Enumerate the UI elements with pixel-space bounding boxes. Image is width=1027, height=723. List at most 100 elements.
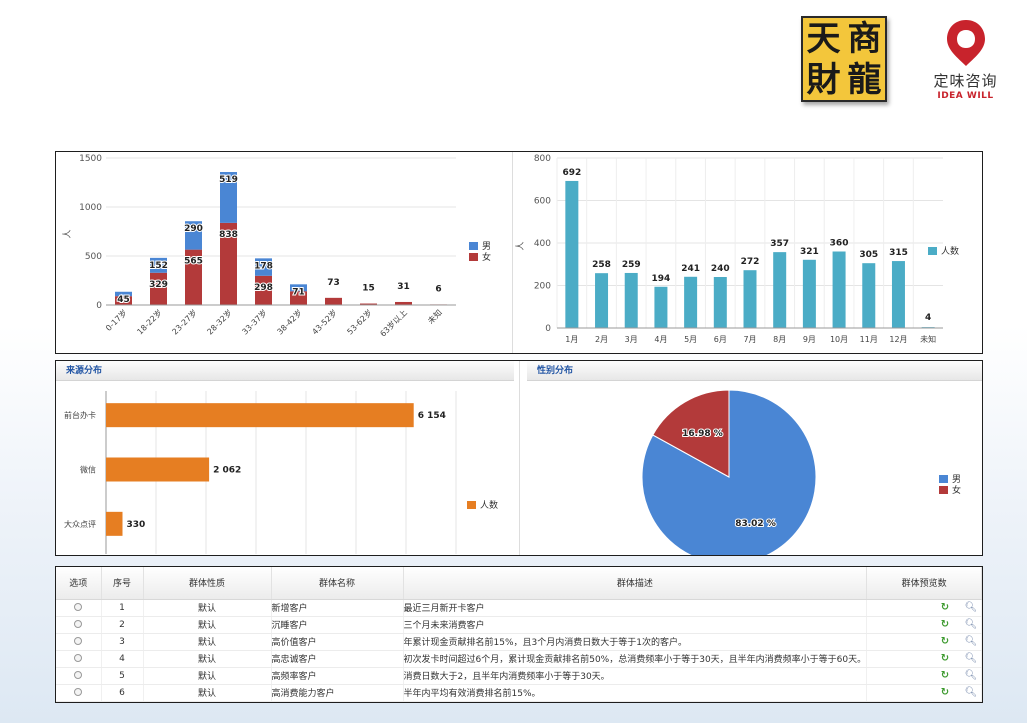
- data-label: 290: [184, 224, 203, 234]
- table-row[interactable]: 5 默认 高频率客户 消费日数大于2，且半年内消费频率小于等于30天。 ↻ 🔍︎: [56, 667, 982, 685]
- dingwei-en: IDEA WILL: [937, 91, 994, 101]
- row-radio[interactable]: [74, 654, 83, 662]
- row-select-cell[interactable]: [56, 650, 102, 668]
- data-label: 357: [770, 239, 789, 249]
- row-radio[interactable]: [74, 671, 83, 679]
- col-header-number: 序号: [101, 567, 144, 600]
- x-tick-label: 63岁以上: [378, 307, 409, 338]
- row-radio[interactable]: [74, 688, 83, 696]
- bar: [713, 277, 727, 328]
- table-row[interactable]: 2 默认 沉睡客户 三个月未来消费客户 ↻ 🔍︎: [56, 616, 982, 634]
- row-number: 5: [101, 667, 144, 685]
- row-name: 高忠诚客户: [271, 650, 404, 668]
- row-type: 默认: [143, 684, 272, 702]
- refresh-icon[interactable]: ↻: [938, 653, 952, 664]
- bar: [832, 251, 846, 328]
- data-label: 73: [327, 278, 340, 288]
- col-header-option: 选项: [56, 567, 102, 600]
- legend-label: 人数: [480, 499, 498, 511]
- x-tick-label: 2月: [595, 335, 608, 344]
- legend-swatch: [939, 475, 948, 483]
- table-row[interactable]: 6 默认 高消费能力客户 半年内平均有效消费排名前15%。 ↻ 🔍︎: [56, 684, 982, 702]
- refresh-icon[interactable]: ↻: [938, 687, 952, 698]
- magnifier-icon[interactable]: 🔍︎: [964, 619, 978, 630]
- data-label: 565: [184, 257, 203, 267]
- magnifier-icon[interactable]: 🔍︎: [964, 636, 978, 647]
- data-label: 258: [592, 260, 611, 270]
- y-tick-label: 600: [534, 197, 551, 207]
- magnifier-icon[interactable]: 🔍︎: [964, 653, 978, 664]
- refresh-icon[interactable]: ↻: [938, 619, 952, 630]
- x-tick-label: 12月: [889, 335, 907, 344]
- refresh-icon[interactable]: ↻: [938, 636, 952, 647]
- x-tick-label: 8月: [773, 335, 786, 344]
- row-radio[interactable]: [74, 637, 83, 645]
- col-header-preview: 群体预览数: [866, 567, 982, 600]
- legend-swatch: [939, 486, 948, 494]
- bar: [565, 180, 579, 328]
- slice-label: 16.98 %: [682, 429, 723, 439]
- legend-swatch: [469, 242, 478, 250]
- row-select-cell[interactable]: [56, 599, 102, 617]
- magnifier-icon[interactable]: 🔍︎: [964, 670, 978, 681]
- y-tick-label: 500: [85, 252, 102, 262]
- row-number: 2: [101, 616, 144, 634]
- bar-segment-female: [325, 297, 342, 305]
- row-select-cell[interactable]: [56, 616, 102, 634]
- x-tick-label: 53-62岁: [345, 307, 374, 336]
- row-select-cell[interactable]: [56, 633, 102, 651]
- refresh-icon[interactable]: ↻: [938, 602, 952, 613]
- data-label: 45: [117, 295, 130, 305]
- data-label: 31: [397, 282, 410, 292]
- row-actions: ↻ 🔍︎: [866, 599, 982, 617]
- month-bar-chart: 0 200 400 600 800 人 692 1月 258 2月 259 3月 194 4月 241 5月 2…: [515, 154, 959, 344]
- row-radio[interactable]: [74, 603, 83, 611]
- refresh-icon[interactable]: ↻: [938, 670, 952, 681]
- data-label: 71: [292, 287, 305, 297]
- x-tick-label: 38-42岁: [275, 307, 304, 336]
- row-number: 4: [101, 650, 144, 668]
- data-label: 838: [219, 230, 238, 240]
- data-label: 272: [741, 257, 760, 267]
- source-bar-chart: 0k1k2k3k4k5k6k7k6 154前台办卡2 062微信330大众点评人…: [64, 391, 498, 554]
- table-row[interactable]: 4 默认 高忠诚客户 初次发卡时间超过6个月，累计现金贡献排名前50%，总消费频率小于…: [56, 650, 982, 668]
- bar: [743, 270, 757, 328]
- legend-label: 男: [482, 241, 491, 252]
- y-tick-label: 800: [534, 154, 551, 164]
- row-type: 默认: [143, 599, 272, 617]
- table-row[interactable]: 1 默认 新增客户 最近三月新开卡客户 ↻ 🔍︎: [56, 599, 982, 617]
- magnifier-icon[interactable]: 🔍︎: [964, 602, 978, 613]
- row-desc: 初次发卡时间超过6个月，累计现金贡献排名前50%，总消费频率小于等于30天，且半…: [403, 650, 868, 668]
- row-desc: 半年内平均有效消费排名前15%。: [403, 684, 868, 702]
- x-tick-label: 5月: [684, 335, 697, 344]
- row-name: 高价值客户: [271, 633, 404, 651]
- x-tick-label: 4月: [654, 335, 667, 344]
- y-tick-label: 大众点评: [64, 519, 96, 529]
- y-axis-label: 人: [515, 241, 526, 250]
- bar: [773, 252, 787, 328]
- magnifier-icon[interactable]: 🔍︎: [964, 687, 978, 698]
- bar: [802, 259, 816, 328]
- location-pin-icon: [946, 20, 985, 66]
- y-tick-label: 400: [534, 239, 551, 249]
- y-tick-label: 1000: [79, 203, 102, 213]
- top-charts-panel: 0 500 1000 1500 人 45 0-17岁 152 329 18-22岁 290 565 23…: [55, 151, 983, 354]
- row-select-cell[interactable]: [56, 684, 102, 702]
- data-label: 178: [254, 261, 273, 271]
- x-tick-label: 23-27岁: [170, 307, 199, 336]
- row-desc: 三个月未来消费客户: [403, 616, 868, 634]
- row-actions: ↻ 🔍︎: [866, 684, 982, 702]
- row-select-cell[interactable]: [56, 667, 102, 685]
- data-label: 15: [362, 284, 375, 294]
- table-row[interactable]: 3 默认 高价值客户 年累计现金贡献排名前15%，且3个月内消费日数大于等于1次的客户…: [56, 633, 982, 651]
- bar: [654, 286, 668, 328]
- legend-swatch: [928, 247, 937, 255]
- row-radio[interactable]: [74, 620, 83, 628]
- logo-char: 天: [806, 18, 841, 59]
- slice-label: 83.02 %: [735, 519, 776, 529]
- row-actions: ↻ 🔍︎: [866, 650, 982, 668]
- data-label: 240: [711, 264, 730, 274]
- row-desc: 消费日数大于2，且半年内消费频率小于等于30天。: [403, 667, 868, 685]
- data-label: 6 154: [418, 411, 446, 421]
- customer-groups-table-panel: 选项 序号 群体性质 群体名称 群体描述 群体预览数 1 默认 新增客户 最近三月新开…: [55, 566, 983, 703]
